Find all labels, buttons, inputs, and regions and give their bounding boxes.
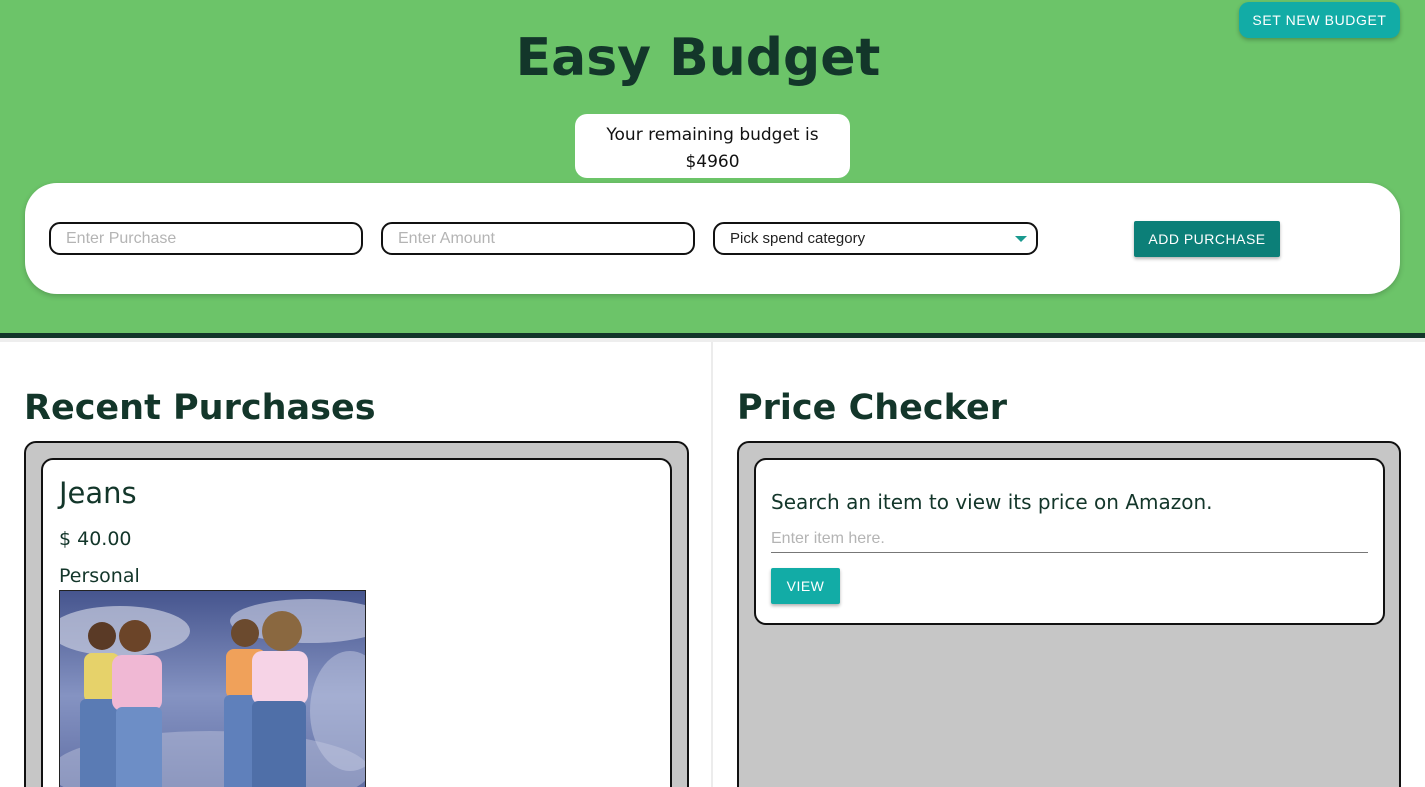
- item-search-input[interactable]: [771, 525, 1368, 553]
- purchase-category: Personal: [59, 565, 140, 587]
- purchase-name: Jeans: [59, 476, 137, 510]
- recent-purchases-panel: Jeans $ 40.00 Personal: [24, 441, 689, 787]
- add-purchase-form: Pick spend category ADD PURCHASE: [25, 183, 1400, 294]
- set-new-budget-button[interactable]: SET NEW BUDGET: [1239, 2, 1400, 38]
- spend-category-select[interactable]: Pick spend category: [713, 222, 1038, 255]
- purchase-image: [59, 590, 366, 787]
- price-checker-panel: Search an item to view its price on Amaz…: [737, 441, 1401, 787]
- purchase-price: $ 40.00: [59, 528, 132, 550]
- view-price-button[interactable]: VIEW: [771, 568, 840, 604]
- remaining-budget-label: Your remaining budget is: [606, 125, 819, 145]
- price-checker-card: Search an item to view its price on Amaz…: [754, 458, 1385, 625]
- spend-category-selected-value: Pick spend category: [730, 230, 866, 247]
- purchase-card: Jeans $ 40.00 Personal: [41, 458, 672, 787]
- remaining-budget-amount: $4960: [685, 152, 740, 172]
- jeans-photo: [60, 591, 365, 787]
- app-title: Easy Budget: [515, 28, 881, 88]
- recent-purchases-title: Recent Purchases: [24, 388, 376, 428]
- price-checker-title: Price Checker: [737, 388, 1008, 428]
- remaining-budget-box: Your remaining budget is $4960: [575, 114, 850, 178]
- add-purchase-button[interactable]: ADD PURCHASE: [1134, 221, 1280, 257]
- purchase-input[interactable]: [49, 222, 363, 255]
- price-checker-prompt: Search an item to view its price on Amaz…: [771, 490, 1213, 514]
- amount-input[interactable]: [381, 222, 695, 255]
- column-separator: [711, 342, 713, 787]
- dropdown-arrow-icon: [1015, 236, 1027, 242]
